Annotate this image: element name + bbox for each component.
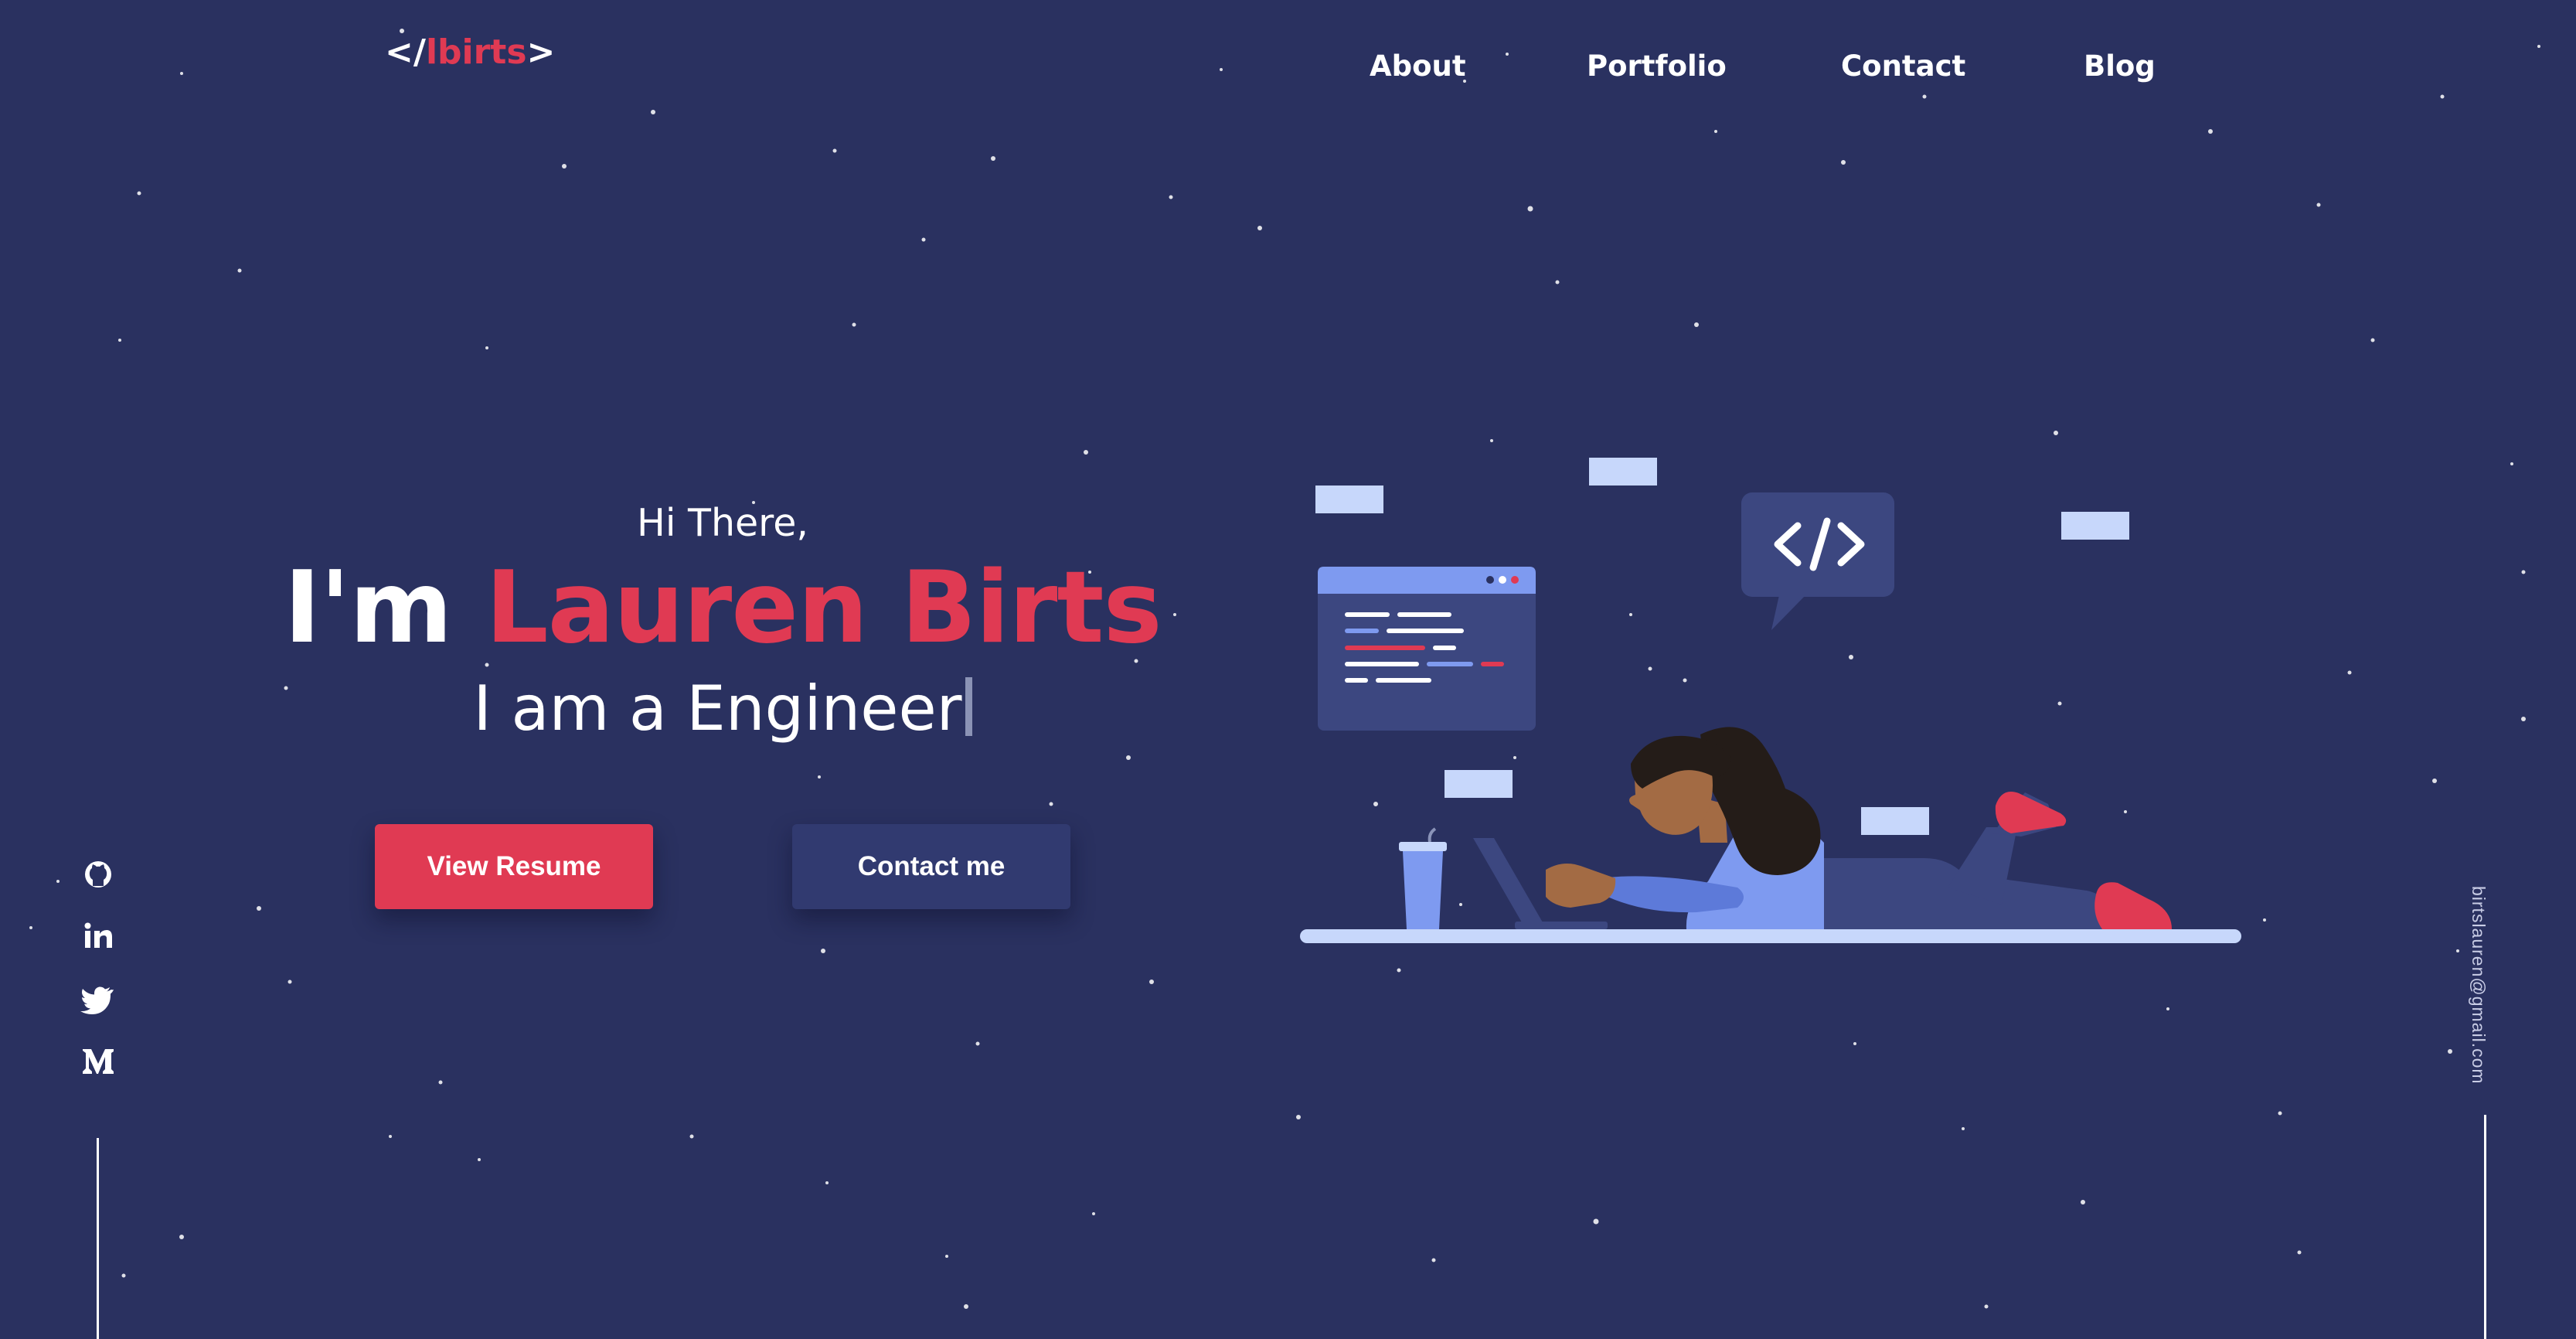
hero-greeting: Hi There, [637,501,808,545]
email-text[interactable]: birtslauren@gmail.com [2468,886,2489,1085]
nav-item-contact[interactable]: Contact [1841,49,1965,83]
developer-illustration [1300,458,2241,943]
main-nav: About Portfolio Contact Blog [0,49,2576,88]
github-icon[interactable] [77,857,119,892]
email-link[interactable]: birtslauren@gmail.com [2469,886,2490,1085]
linkedin-icon[interactable] [77,919,119,955]
nav-item-portfolio[interactable]: Portfolio [1587,49,1727,83]
cup [1399,827,1447,929]
nav-item-about[interactable]: About [1370,49,1466,83]
floating-block [2061,512,2129,540]
floor-surface [1300,929,2241,943]
code-window [1318,567,1536,731]
right-divider-line [2484,1115,2486,1339]
hero-tagline-row: I am a Engineer [232,673,1213,744]
medium-icon[interactable] [77,1043,119,1078]
person-figure [1546,727,2172,929]
left-divider-line [97,1138,99,1339]
hero-tagline: I am a Engineer [473,673,962,744]
hero-headline: I'm Lauren Birts [232,550,1213,666]
floating-block [1589,458,1657,486]
nav-item-blog[interactable]: Blog [2084,49,2156,83]
floating-block [1861,807,1929,835]
hero-name: Lauren Birts [485,550,1162,666]
hero-intro: I'm [284,550,452,666]
view-resume-button[interactable]: View Resume [375,824,653,909]
contact-me-button[interactable]: Contact me [792,824,1070,909]
floating-block [1315,486,1383,513]
code-bubble-icon [1741,492,1894,630]
floating-block [1445,770,1513,798]
twitter-icon[interactable] [77,981,119,1017]
typing-cursor [965,677,972,736]
